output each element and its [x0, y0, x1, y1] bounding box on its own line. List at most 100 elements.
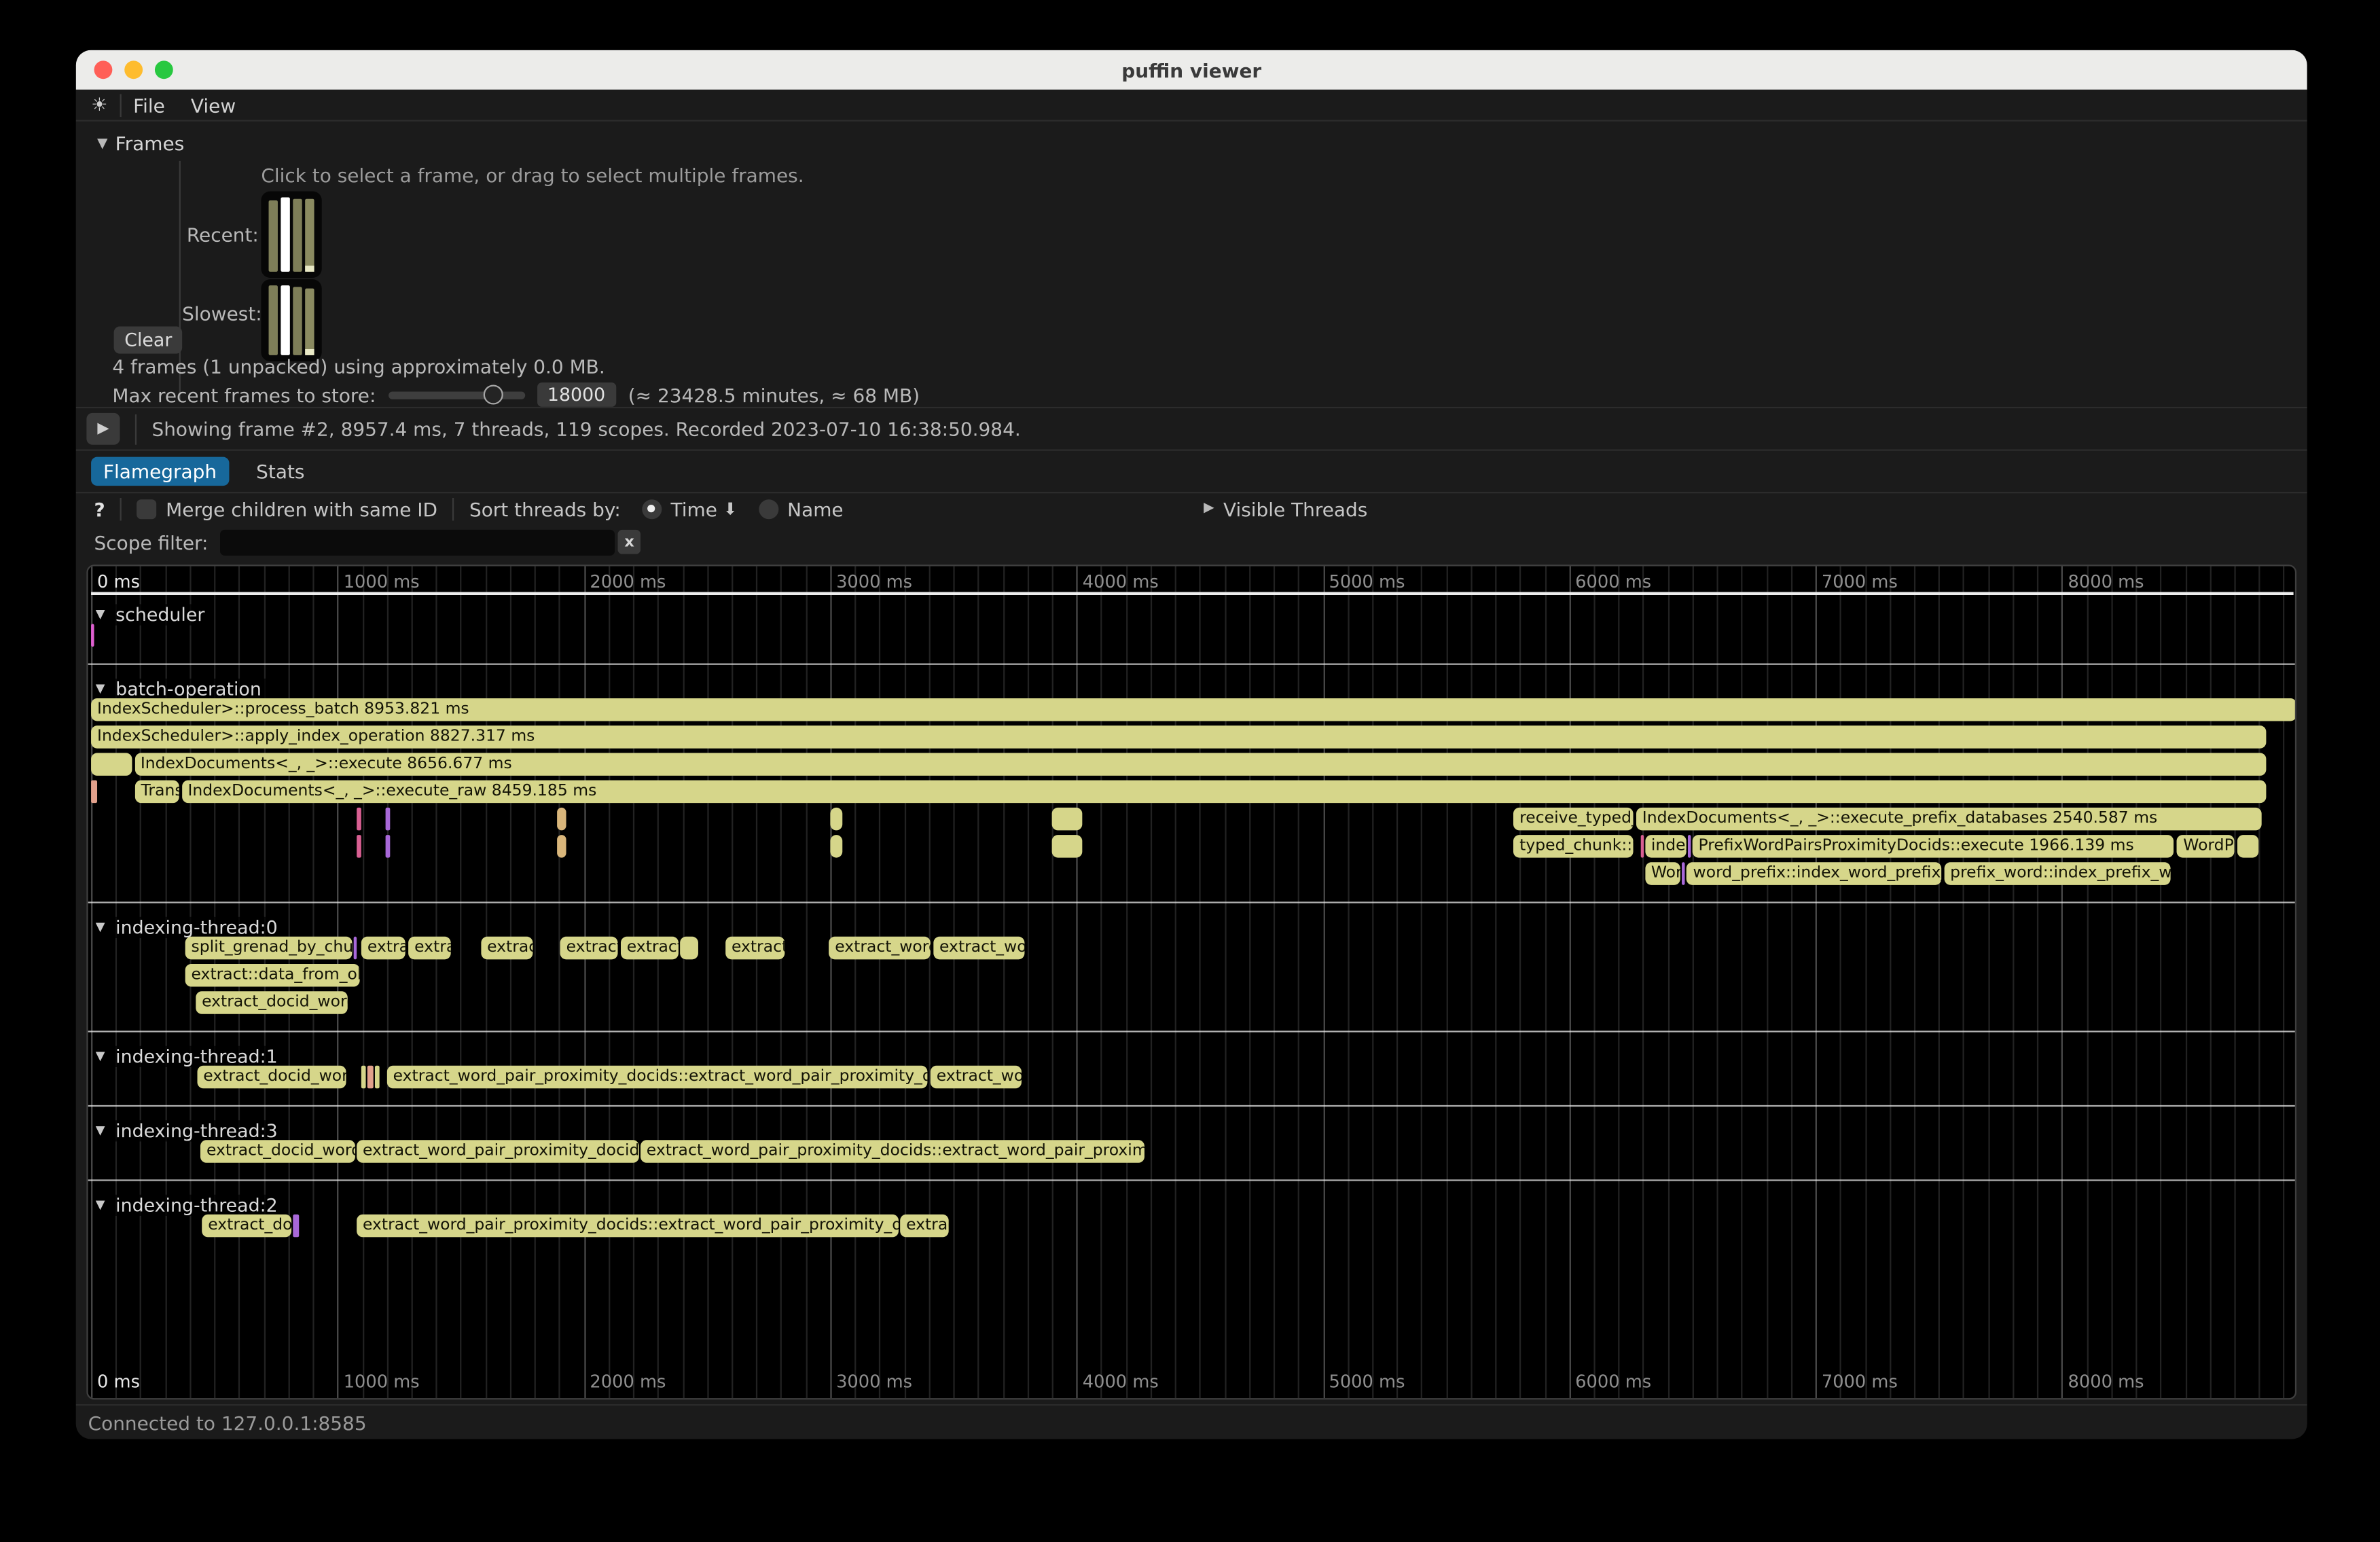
scope-bar-unlabeled[interactable] — [557, 808, 566, 831]
scope-filter-input[interactable] — [220, 529, 615, 555]
frame-bar-0[interactable] — [269, 285, 278, 355]
scope-bar[interactable]: extra — [408, 937, 450, 960]
scope-bar[interactable]: Trans — [135, 781, 179, 804]
scope-bar[interactable]: typed_chunk::w — [1513, 835, 1633, 858]
scope-bar[interactable]: split_grenad_by_chun — [185, 937, 353, 960]
scope-bar[interactable]: receive_typed_ — [1513, 808, 1633, 831]
thread-header-indexing-thread:3[interactable]: ▼indexing-thread:3 — [96, 1120, 2295, 1140]
frame-bar-2[interactable] — [293, 200, 302, 272]
scope-bar-unlabeled[interactable] — [830, 808, 842, 831]
scope-bar-unlabeled[interactable] — [91, 624, 94, 647]
scope-bar[interactable]: IndexScheduler>::apply_index_operation 8… — [91, 725, 2266, 749]
scope-bar[interactable]: extrac — [481, 937, 533, 960]
scope-bar-unlabeled[interactable] — [361, 1066, 365, 1089]
scope-bar-unlabeled[interactable] — [91, 753, 132, 776]
theme-toggle-icon[interactable]: ☀ — [91, 94, 107, 115]
scope-bar[interactable]: extract_docid_word — [200, 1140, 355, 1163]
scope-bar-unlabeled[interactable] — [681, 937, 698, 960]
scope-bar[interactable]: index — [1645, 835, 1687, 858]
slider-knob-icon[interactable] — [484, 384, 503, 404]
frame-bar-3[interactable] — [305, 289, 314, 355]
flamegraph-panel[interactable]: 0 ms1000 ms2000 ms3000 ms4000 ms5000 ms6… — [86, 564, 2296, 1399]
recent-frame-thumbnail[interactable] — [261, 192, 321, 278]
frame-bar-2[interactable] — [293, 287, 302, 355]
scope-bar[interactable]: extract — [725, 937, 785, 960]
menu-item-view[interactable]: View — [191, 93, 236, 116]
thread-header-indexing-thread:1[interactable]: ▼indexing-thread:1 — [96, 1046, 2295, 1066]
frame-bar-1[interactable] — [281, 285, 289, 355]
max-frames-value[interactable]: 18000 — [537, 382, 616, 407]
scope-bar[interactable]: extract_doc — [202, 1215, 291, 1238]
scope-bar[interactable]: IndexDocuments<_, _>::execute 8656.677 m… — [134, 753, 2267, 776]
thread-header-indexing-thread:2[interactable]: ▼indexing-thread:2 — [96, 1195, 2295, 1215]
scope-bar-unlabeled[interactable] — [385, 808, 389, 831]
frame-bar-0[interactable] — [269, 201, 278, 272]
flamegraph-threads: ▼scheduler▼batch-operationIndexScheduler… — [88, 604, 2295, 1251]
scope-bar-unlabeled[interactable] — [357, 808, 361, 831]
help-button[interactable]: ? — [94, 497, 105, 520]
scope-bar[interactable]: IndexDocuments<_, _>::execute_raw 8459.1… — [182, 781, 2266, 804]
scope-bar[interactable]: word_prefix::index_word_prefix_ — [1687, 862, 1941, 885]
scope-bar-unlabeled[interactable] — [91, 781, 97, 804]
scope-bar-unlabeled[interactable] — [2237, 835, 2259, 858]
minimize-button[interactable] — [124, 60, 143, 79]
sort-time-radio[interactable] — [642, 499, 662, 518]
play-button[interactable]: ▶ — [86, 413, 120, 445]
scope-bar[interactable]: extract_word_pair_proximity_docids::extr… — [357, 1215, 899, 1238]
collapse-triangle-icon: ▼ — [96, 1124, 105, 1137]
scope-bar-unlabeled[interactable] — [357, 835, 361, 858]
frames-header[interactable]: ▼ Frames — [97, 132, 184, 155]
scope-bar[interactable]: PrefixWordPairsProximityDocids::execute … — [1693, 835, 2174, 858]
frame-bar-3[interactable] — [305, 200, 314, 272]
axis-tick-label: 4000 ms — [1083, 571, 1159, 592]
thread-header-scheduler[interactable]: ▼scheduler — [96, 604, 2295, 624]
scope-bar-unlabeled[interactable] — [385, 835, 389, 858]
merge-children-checkbox[interactable] — [137, 499, 157, 518]
clear-filter-button[interactable]: x — [618, 530, 641, 554]
menu-item-file[interactable]: File — [133, 93, 165, 116]
scope-bar-unlabeled[interactable] — [1052, 808, 1083, 831]
scope-bar[interactable]: extract_docid_word — [197, 1066, 346, 1089]
slowest-frame-thumbnail[interactable] — [261, 279, 321, 361]
scope-bar[interactable]: WordPr — [2177, 835, 2234, 858]
tab-flamegraph[interactable]: Flamegraph — [91, 457, 229, 486]
frame-bar-1[interactable] — [281, 198, 289, 272]
zoom-button[interactable] — [155, 60, 173, 79]
scope-bar[interactable]: extrac — [900, 1215, 948, 1238]
scope-bar-unlabeled[interactable] — [1682, 862, 1684, 885]
scope-bar[interactable]: Word — [1645, 862, 1680, 885]
scope-bar-unlabeled[interactable] — [557, 835, 566, 858]
scope-bar-unlabeled[interactable] — [353, 937, 356, 960]
thread-header-indexing-thread:0[interactable]: ▼indexing-thread:0 — [96, 917, 2295, 937]
scope-bar[interactable]: extract_word_pair_proximity_docids::extr… — [387, 1066, 928, 1089]
scope-bar[interactable]: extract_wo — [933, 937, 1024, 960]
close-button[interactable] — [94, 60, 113, 79]
scope-bar[interactable]: prefix_word::index_prefix_wo — [1944, 862, 2170, 885]
scope-bar[interactable]: extract::data_from_ob — [185, 964, 360, 987]
scope-bar-unlabeled[interactable] — [367, 1066, 374, 1089]
scope-bar-unlabeled[interactable] — [1052, 835, 1083, 858]
scope-bar-unlabeled[interactable] — [830, 835, 842, 858]
scope-bar[interactable]: extract_word — [829, 937, 930, 960]
thread-separator — [88, 1105, 2295, 1107]
scope-bar[interactable]: extract — [361, 937, 405, 960]
clear-button[interactable]: Clear — [114, 326, 183, 353]
scope-bar-unlabeled[interactable] — [1640, 835, 1643, 858]
scope-bar[interactable]: extract_word_pair_proximity_docids — [357, 1140, 639, 1163]
scope-bar[interactable]: extract_ — [560, 937, 618, 960]
scope-bar[interactable]: extract_docid_word — [196, 991, 347, 1014]
scope-bar-unlabeled[interactable] — [1688, 835, 1691, 858]
scope-bar[interactable]: IndexDocuments<_, _>::execute_prefix_dat… — [1636, 808, 2262, 831]
scope-bar[interactable]: IndexScheduler>::process_batch 8953.821 … — [91, 698, 2296, 721]
thread-header-batch-operation[interactable]: ▼batch-operation — [96, 679, 2295, 698]
scope-bar[interactable]: extract_ — [621, 937, 679, 960]
scope-bar-unlabeled[interactable] — [375, 1066, 379, 1089]
scope-bar[interactable]: extract_wo — [931, 1066, 1022, 1089]
max-frames-slider[interactable] — [388, 391, 524, 398]
sort-name-radio[interactable] — [759, 499, 778, 518]
tab-stats[interactable]: Stats — [244, 457, 317, 486]
scope-bar[interactable]: extract_word_pair_proximity_docids::extr… — [641, 1140, 1144, 1163]
scope-bar-unlabeled[interactable] — [293, 1215, 299, 1238]
sort-direction-icon[interactable]: ⬇ — [723, 499, 738, 518]
visible-threads-header[interactable]: ▶ Visible Threads — [1204, 497, 1367, 520]
